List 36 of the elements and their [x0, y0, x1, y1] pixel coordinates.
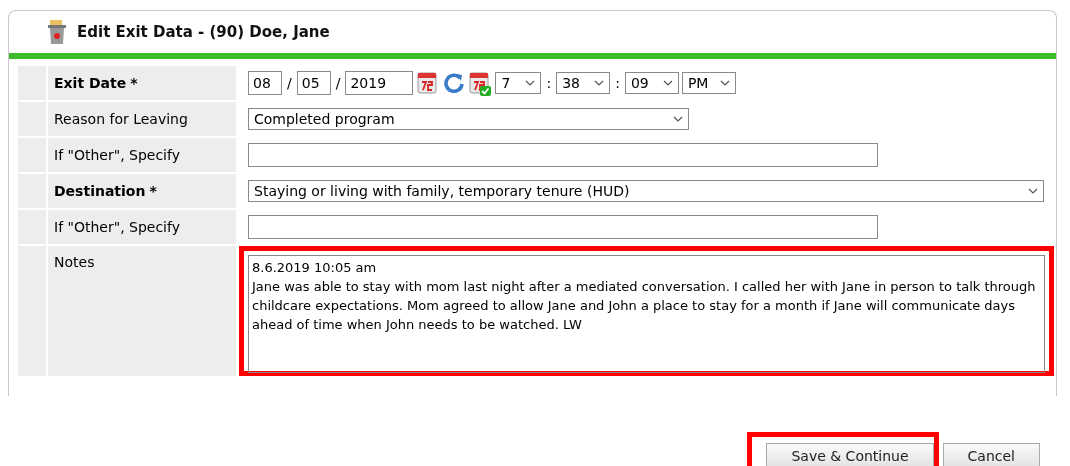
text-field[interactable] — [248, 215, 878, 239]
minute-select[interactable]: 38 — [556, 72, 611, 94]
chevron-down-icon — [662, 80, 673, 86]
chevron-down-icon — [1028, 188, 1038, 194]
field-label: If "Other", Specify — [54, 217, 180, 237]
hour-select[interactable]: 7 — [495, 72, 542, 94]
second-select[interactable]: 09 — [624, 72, 679, 94]
required-mark: * — [130, 73, 138, 93]
chevron-down-icon — [525, 80, 536, 86]
calendar-check-icon[interactable] — [468, 70, 493, 96]
reason-select[interactable]: Completed program — [248, 108, 689, 130]
cancel-button[interactable]: Cancel — [942, 443, 1040, 466]
day-field[interactable]: 05 — [296, 71, 331, 95]
time-separator: : — [614, 73, 621, 93]
chevron-down-icon — [594, 80, 605, 86]
month-field[interactable]: 08 — [248, 71, 282, 95]
field-label: If "Other", Specify — [54, 145, 180, 165]
field-label: Reason for Leaving — [54, 109, 188, 129]
chevron-down-icon — [719, 80, 730, 86]
field-label: Destination — [54, 181, 146, 201]
date-separator: / — [286, 73, 293, 93]
year-field[interactable]: 2019 — [345, 71, 414, 95]
notes-field[interactable]: 8.6.2019 10:05 am Jane was able to stay with mom last night after a mediated conversation. I called her with Jane in person to talk through childcare expectations. Mom agreed to allow Jane and John a place to stay for a month if Jane will communicate days ahead of time when John needs to be watched. LW — [248, 255, 1045, 373]
refresh-icon[interactable] — [443, 72, 466, 94]
required-mark: * — [149, 181, 157, 201]
field-label: Exit Date — [54, 73, 127, 93]
save-continue-button[interactable]: Save & Continue — [766, 443, 934, 466]
text-field[interactable] — [248, 143, 878, 167]
ampm-select[interactable]: PM — [681, 72, 736, 94]
time-separator: : — [545, 73, 553, 93]
destination-select[interactable]: Staying or living with family, temporary tenure (HUD) — [248, 180, 1044, 202]
field-label: Notes — [54, 253, 95, 272]
chevron-down-icon — [673, 116, 683, 122]
trash-can-icon — [47, 19, 67, 45]
dialog-title: Edit Exit Data - (90) Doe, Jane — [77, 21, 330, 43]
date-separator: / — [334, 73, 342, 93]
